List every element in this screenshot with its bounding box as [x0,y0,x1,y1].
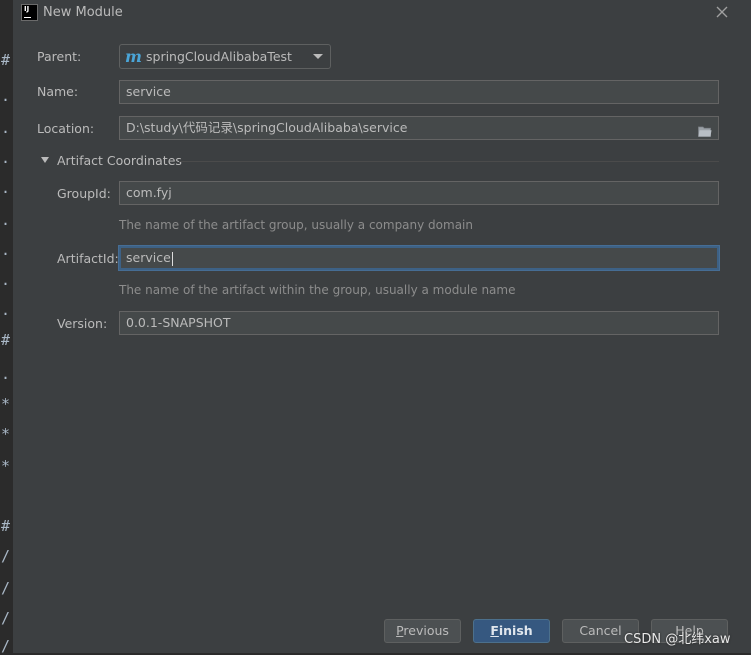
parent-select[interactable]: m springCloudAlibabaTest [119,44,331,69]
title-bar[interactable]: IJ New Module [13,0,751,26]
gutter-glyph: . [1,241,11,259]
gutter-glyph: / [1,547,11,565]
section-divider [179,161,719,162]
cancel-label: Cancel [579,623,622,638]
gutter-glyph: # [1,51,11,69]
intellij-app-icon: IJ [21,4,38,21]
artifactid-field[interactable]: service [119,246,719,270]
gutter-glyph: . [1,149,11,167]
groupid-field[interactable]: com.fyj [119,181,719,205]
gutter-glyph: * [1,425,11,443]
location-field[interactable]: D:\study\代码记录\springCloudAlibaba\service [119,116,719,140]
gutter-glyph: * [1,395,11,413]
gutter-glyph: / [1,579,11,597]
location-field-value: D:\study\代码记录\springCloudAlibaba\service [126,120,408,135]
maven-m-icon: m [125,47,142,66]
folder-open-icon[interactable] [698,122,712,137]
gutter-glyph: . [1,365,11,383]
dialog-title: New Module [43,5,123,20]
finish-mnemonic: F [490,623,499,638]
version-label: Version: [57,316,108,331]
groupid-hint: The name of the artifact group, usually … [119,218,473,232]
csdn-watermark: CSDN @北纬xaw [624,632,731,647]
name-field[interactable]: service [119,80,719,104]
gutter-glyph: . [1,271,11,289]
artifactid-label: ArtifactId: [57,251,119,266]
gutter-glyph: . [1,211,11,229]
text-caret [171,251,173,266]
editor-gutter: # . . . . . . . . # . * * * # / / / / [0,0,12,655]
groupid-label: GroupId: [57,186,111,201]
finish-label: inish [498,623,533,638]
gutter-glyph: . [1,119,11,137]
gutter-glyph: . [1,301,11,319]
location-label: Location: [37,121,95,136]
version-field-value: 0.0.1-SNAPSHOT [126,315,231,330]
gutter-glyph: . [1,87,11,105]
gutter-glyph: / [1,609,11,627]
artifact-section-title[interactable]: Artifact Coordinates [57,153,182,168]
name-label: Name: [37,84,79,99]
close-icon[interactable] [714,4,730,20]
previous-label: revious [403,623,449,638]
gutter-glyph: # [1,331,11,349]
previous-button[interactable]: Previous [384,619,461,643]
name-field-value: service [126,84,171,99]
artifactid-field-value: service [126,250,171,265]
version-field[interactable]: 0.0.1-SNAPSHOT [119,311,719,335]
parent-label: Parent: [37,49,82,64]
gutter-glyph: # [1,517,11,535]
chevron-down-icon [313,54,323,59]
finish-button[interactable]: Finish [473,619,550,643]
artifactid-hint: The name of the artifact within the grou… [119,283,516,297]
gutter-glyph: / [1,637,11,655]
new-module-dialog: IJ New Module Parent: m springCloudAliba… [12,0,751,653]
parent-select-value: springCloudAlibabaTest [146,49,292,64]
groupid-field-value: com.fyj [126,185,172,200]
artifact-section-toggle-icon[interactable] [41,157,49,163]
gutter-glyph: * [1,457,11,475]
app-icon-text: IJ [24,5,30,13]
gutter-glyph: . [1,179,11,197]
